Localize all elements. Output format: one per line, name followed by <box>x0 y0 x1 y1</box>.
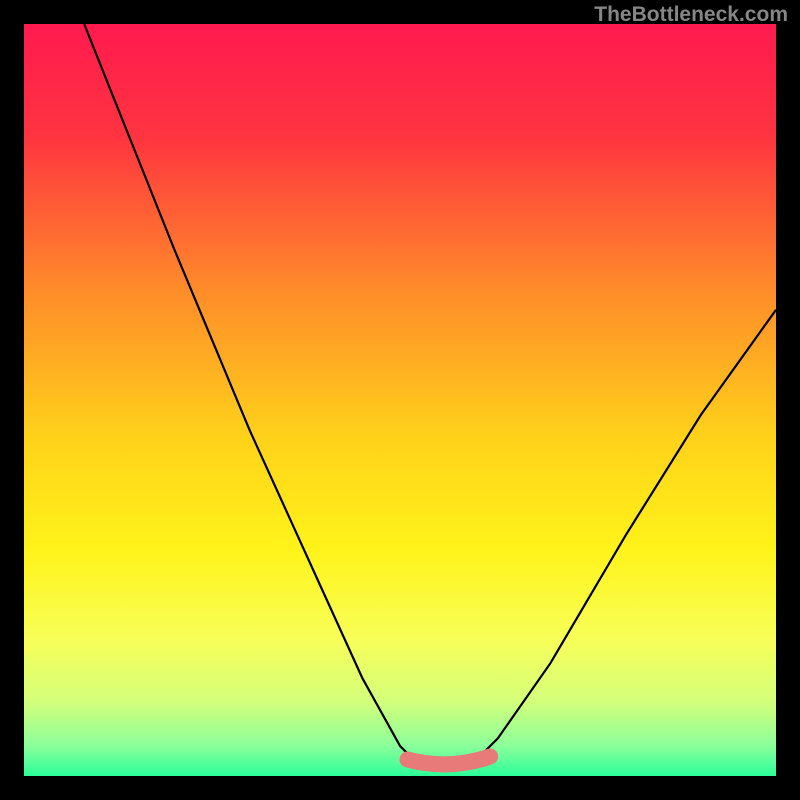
watermark-text: TheBottleneck.com <box>594 3 788 27</box>
bottleneck-curve <box>24 24 776 776</box>
chart-frame: TheBottleneck.com <box>0 0 800 800</box>
plot-area <box>24 24 776 776</box>
